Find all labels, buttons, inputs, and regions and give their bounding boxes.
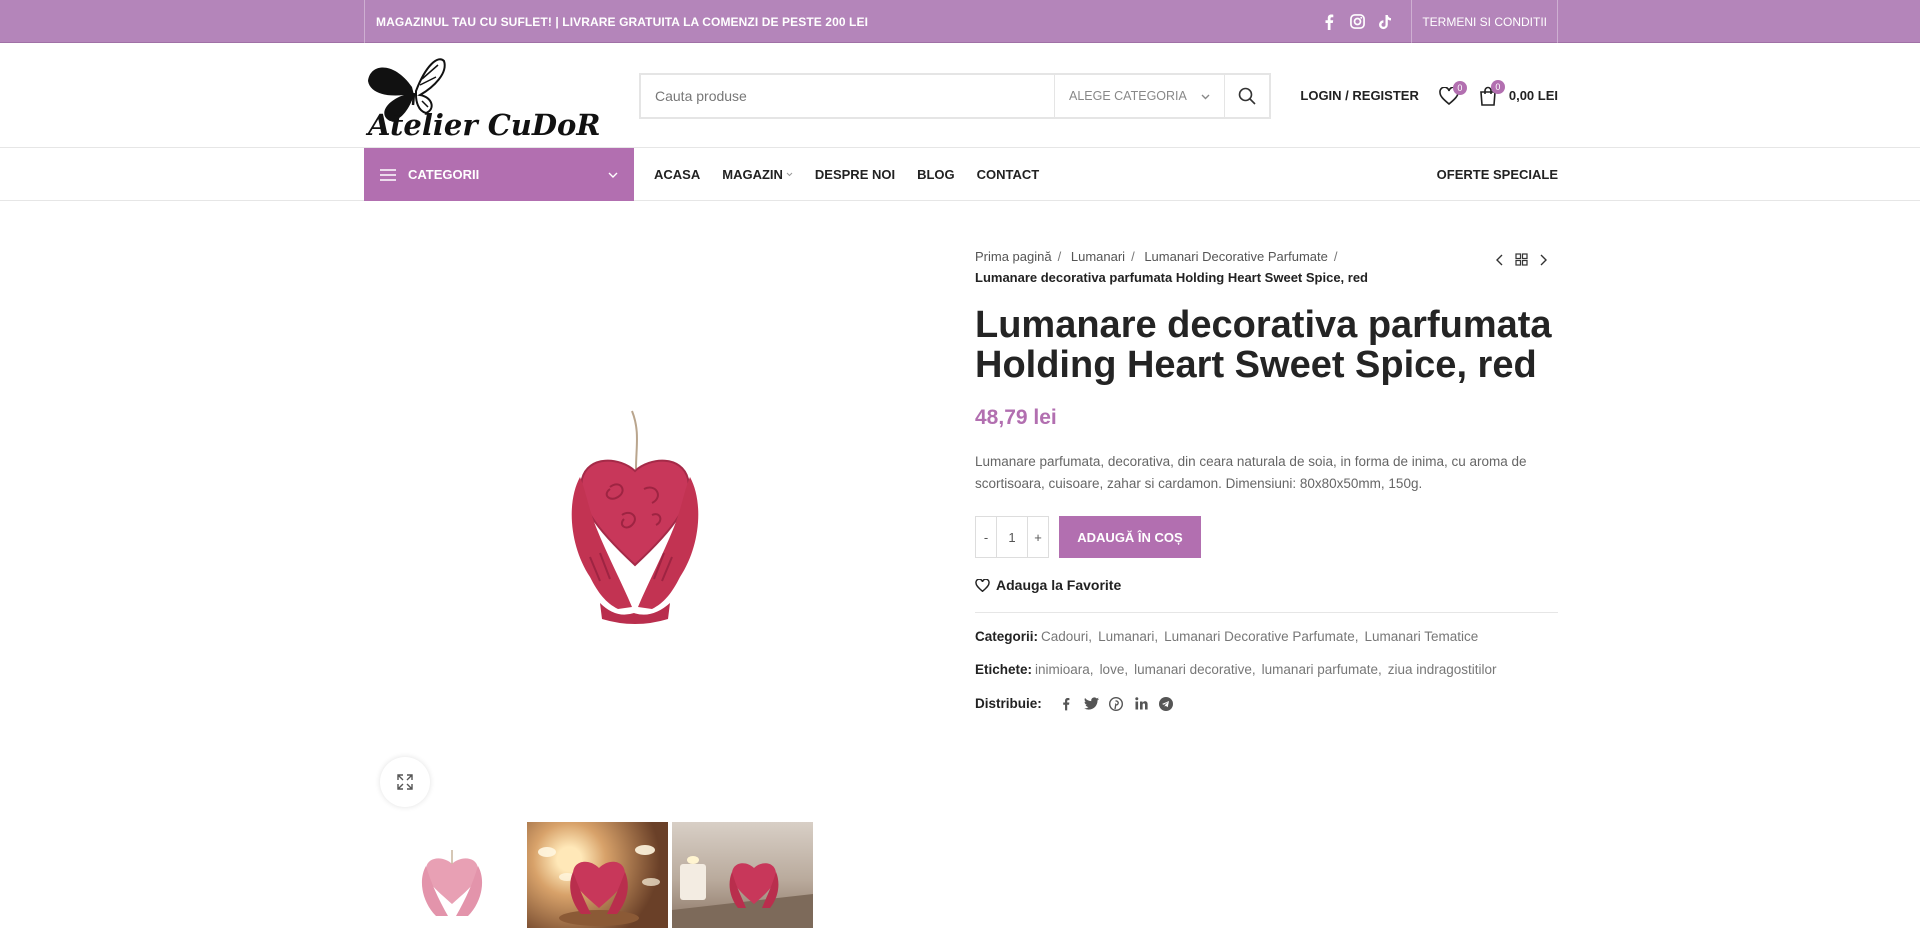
thumbnail-1[interactable]: [382, 822, 523, 928]
add-to-cart-button[interactable]: ADAUGĂ ÎN COȘ: [1059, 516, 1201, 558]
product-description: Lumanare parfumata, decorativa, din cear…: [975, 454, 1527, 491]
category-link[interactable]: Lumanari Decorative Parfumate: [1164, 629, 1364, 644]
chevron-down-icon: [786, 172, 793, 177]
search-icon: [1238, 87, 1256, 105]
svg-text:Atelier CuDoR: Atelier CuDoR: [365, 108, 600, 141]
breadcrumb: Prima pagină / Lumanari / Lumanari Decorat…: [975, 249, 1369, 285]
cart-total: 0,00 LEI: [1508, 88, 1558, 103]
product-price: 48,79 lei: [975, 406, 1057, 429]
quantity-stepper: - 1 +: [975, 516, 1049, 558]
special-offers-link[interactable]: OFERTE SPECIALE: [1437, 167, 1558, 182]
add-to-wishlist-link[interactable]: Adauga la Favorite: [975, 577, 1121, 593]
search-input[interactable]: Cauta produse: [641, 88, 1054, 104]
chevron-right-icon[interactable]: [1540, 254, 1548, 266]
tag-link[interactable]: inimioara: [1035, 662, 1100, 677]
heart-icon: [975, 578, 990, 592]
quantity-plus-button[interactable]: +: [1027, 516, 1049, 558]
thumbnail-2[interactable]: [527, 822, 668, 928]
product-share: Distribuie:: [975, 696, 1174, 711]
zoom-button[interactable]: [380, 757, 430, 807]
quantity-minus-button[interactable]: -: [975, 516, 997, 558]
divider: [975, 612, 1558, 613]
chevron-down-icon: [1201, 89, 1210, 103]
tag-link[interactable]: ziua indragostitilor: [1388, 662, 1503, 677]
nav-item-blog[interactable]: BLOG: [917, 167, 955, 182]
cart-icon-wrap: 0: [1479, 79, 1505, 106]
site-header: Atelier CuDoR Cauta produse ALEGE CATEGO…: [0, 43, 1920, 148]
search-bar: Cauta produse ALEGE CATEGORIA: [639, 72, 1271, 119]
cart-count: 0: [1490, 79, 1505, 94]
tag-link[interactable]: lumanari decorative: [1134, 662, 1262, 677]
categories-label: CATEGORII: [408, 167, 480, 182]
share-meta-label: Distribuie:: [975, 696, 1042, 711]
category-select[interactable]: ALEGE CATEGORIA: [1054, 74, 1224, 117]
category-select-label: ALEGE CATEGORIA: [1069, 88, 1187, 103]
telegram-icon[interactable]: [1159, 696, 1174, 711]
product-section: Prima pagină / Lumanari / Lumanari Decorat…: [364, 201, 1558, 936]
linkedin-icon[interactable]: [1134, 696, 1149, 711]
nav-item-acasa[interactable]: ACASA: [654, 167, 700, 182]
menu-icon: [380, 168, 396, 181]
breadcrumb-home[interactable]: Prima pagină: [975, 249, 1052, 264]
breadcrumb-current: Lumanare decorativa parfumata Holding He…: [975, 270, 1369, 285]
nav-item-magazin[interactable]: MAGAZIN: [722, 167, 793, 182]
product-gallery: [364, 201, 914, 936]
tag-link[interactable]: lumanari parfumate: [1262, 662, 1388, 677]
main-menu: ACASA MAGAZIN DESPRE NOI BLOG CONTACT: [654, 167, 1039, 182]
cart-button[interactable]: 0 0,00 LEI: [1479, 79, 1558, 106]
product-navigation: [1495, 253, 1548, 266]
wishlist-count: 0: [1452, 80, 1467, 95]
promo-text: MAGAZINUL TAU CU SUFLET! | LIVRARE GRATU…: [376, 14, 869, 29]
butterfly-logo-icon: Atelier CuDoR: [365, 58, 600, 141]
nav-item-magazin-label: MAGAZIN: [722, 167, 783, 182]
categories-meta-label: Categorii:: [975, 629, 1039, 644]
tiktok-icon[interactable]: [1377, 14, 1393, 30]
facebook-icon[interactable]: [1059, 696, 1074, 711]
main-navbar: CATEGORII ACASA MAGAZIN DESPRE NOI BLOG …: [0, 148, 1920, 201]
category-link[interactable]: Lumanari Tematice: [1364, 629, 1484, 644]
pinterest-icon[interactable]: [1109, 696, 1124, 711]
chevron-left-icon[interactable]: [1495, 254, 1503, 266]
breadcrumb-decorative[interactable]: Lumanari Decorative Parfumate: [1144, 249, 1328, 264]
product-categories: Categorii: Cadouri Lumanari Lumanari Dec…: [975, 629, 1484, 644]
thumbnail-3[interactable]: [672, 822, 813, 928]
tag-link[interactable]: love: [1100, 662, 1135, 677]
category-link[interactable]: Lumanari: [1098, 629, 1164, 644]
twitter-icon[interactable]: [1083, 696, 1099, 711]
social-links: [1321, 14, 1411, 30]
grid-icon[interactable]: [1515, 253, 1528, 266]
product-title: Lumanare decorativa parfumata Holding He…: [975, 304, 1552, 386]
wishlist-button[interactable]: 0: [1439, 80, 1467, 105]
breadcrumb-lumanari[interactable]: Lumanari: [1071, 249, 1125, 264]
login-register-link[interactable]: LOGIN / REGISTER: [1300, 88, 1418, 103]
thumbnail-strip: [382, 822, 813, 928]
top-bar: MAGAZINUL TAU CU SUFLET! | LIVRARE GRATU…: [0, 0, 1920, 43]
chevron-down-icon: [608, 172, 618, 178]
nav-item-despre-noi[interactable]: DESPRE NOI: [815, 167, 895, 182]
tags-meta-label: Etichete:: [975, 662, 1033, 677]
nav-item-contact[interactable]: CONTACT: [977, 167, 1040, 182]
instagram-icon[interactable]: [1349, 14, 1365, 30]
wishlist-label: Adauga la Favorite: [996, 577, 1122, 593]
product-tags: Etichete: inimioara love lumanari decora…: [975, 662, 1503, 677]
category-link[interactable]: Cadouri: [1041, 629, 1098, 644]
expand-icon: [397, 774, 413, 790]
categories-dropdown[interactable]: CATEGORII: [364, 148, 634, 201]
search-button[interactable]: [1224, 74, 1269, 117]
quantity-input[interactable]: 1: [997, 516, 1027, 558]
terms-link[interactable]: TERMENI SI CONDITII: [1411, 0, 1557, 43]
add-to-cart-row: - 1 + ADAUGĂ ÎN COȘ: [975, 516, 1201, 558]
site-logo[interactable]: Atelier CuDoR: [364, 51, 604, 141]
facebook-icon[interactable]: [1321, 14, 1337, 30]
product-main-image[interactable]: [560, 407, 710, 637]
